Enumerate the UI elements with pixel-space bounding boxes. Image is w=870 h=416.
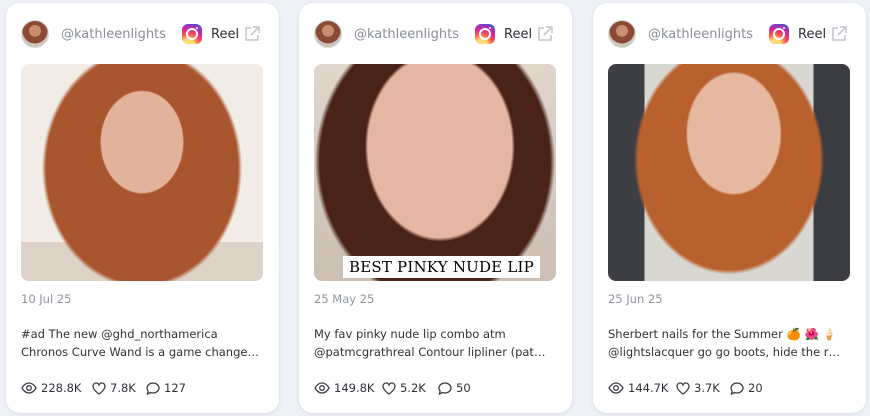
- eye-icon: [21, 382, 37, 394]
- instagram-icon: [769, 24, 789, 44]
- account-handle[interactable]: @kathleenlights: [61, 27, 166, 42]
- caption-line: Chronos Curve Wand is a game change…: [21, 345, 259, 359]
- views-stat: 228.8K: [21, 379, 81, 397]
- likes-stat: 3.7K: [676, 379, 720, 397]
- likes-count: 7.8K: [110, 381, 136, 395]
- post-type-label: Reel: [504, 27, 533, 42]
- comment-icon: [438, 381, 452, 395]
- external-link-icon[interactable]: [243, 25, 261, 43]
- comments-stat: 50: [438, 379, 471, 397]
- post-card[interactable]: @kathleenlights Reel 25 Jun 25 Sherbert …: [593, 3, 866, 413]
- caption-line: #ad The new @ghd_northamerica: [21, 327, 218, 341]
- card-header: @kathleenlights Reel: [21, 20, 264, 50]
- likes-stat: 7.8K: [92, 379, 136, 397]
- views-stat: 149.8K: [314, 379, 374, 397]
- comments-stat: 127: [146, 379, 186, 397]
- caption-line: @patmcgrathreal Contour lipliner (pat…: [314, 345, 546, 359]
- comments-count: 20: [748, 381, 763, 395]
- likes-count: 3.7K: [694, 381, 720, 395]
- caption-line: My fav pinky nude lip combo atm: [314, 327, 506, 341]
- thumbnail-overlay-text: BEST PINKY NUDE LIP: [343, 256, 540, 278]
- external-link-icon[interactable]: [536, 25, 554, 43]
- comments-count: 127: [164, 381, 186, 395]
- account-handle[interactable]: @kathleenlights: [648, 27, 753, 42]
- views-stat: 144.7K: [608, 379, 668, 397]
- comment-icon: [146, 381, 160, 395]
- instagram-icon: [475, 24, 495, 44]
- card-header: @kathleenlights Reel: [608, 20, 851, 50]
- post-thumbnail[interactable]: [608, 64, 850, 281]
- heart-icon: [676, 381, 690, 395]
- likes-count: 5.2K: [400, 381, 426, 395]
- account-handle[interactable]: @kathleenlights: [354, 27, 459, 42]
- post-date: 10 Jul 25: [21, 292, 72, 306]
- post-type-label: Reel: [798, 27, 827, 42]
- avatar[interactable]: [608, 20, 636, 48]
- post-thumbnail[interactable]: BEST PINKY NUDE LIP: [314, 64, 556, 281]
- instagram-icon: [182, 24, 202, 44]
- caption-line: @lightslacquer go go boots, hide the r…: [608, 345, 841, 359]
- eye-icon: [314, 382, 330, 394]
- post-date: 25 May 25: [314, 292, 375, 306]
- heart-icon: [92, 381, 106, 395]
- views-count: 228.8K: [41, 381, 82, 395]
- views-count: 144.7K: [628, 381, 669, 395]
- likes-stat: 5.2K: [382, 379, 426, 397]
- post-type-label: Reel: [211, 27, 240, 42]
- avatar[interactable]: [21, 20, 49, 48]
- eye-icon: [608, 382, 624, 394]
- card-header: @kathleenlights Reel: [314, 20, 557, 50]
- heart-icon: [382, 381, 396, 395]
- comments-stat: 20: [730, 379, 763, 397]
- post-card[interactable]: @kathleenlights Reel 10 Jul 25 #ad The n…: [6, 3, 279, 413]
- avatar[interactable]: [314, 20, 342, 48]
- post-thumbnail[interactable]: [21, 64, 263, 281]
- post-caption: Sherbert nails for the Summer 🍊 🌺 🍦 @lig…: [608, 325, 853, 361]
- views-count: 149.8K: [334, 381, 375, 395]
- post-card[interactable]: @kathleenlights Reel BEST PINKY NUDE LIP…: [299, 3, 572, 413]
- post-date: 25 Jun 25: [608, 292, 663, 306]
- external-link-icon[interactable]: [830, 25, 848, 43]
- comments-count: 50: [456, 381, 471, 395]
- caption-line: Sherbert nails for the Summer 🍊 🌺 🍦: [608, 327, 837, 341]
- post-caption: #ad The new @ghd_northamerica Chronos Cu…: [21, 325, 266, 361]
- comment-icon: [730, 381, 744, 395]
- post-caption: My fav pinky nude lip combo atm @patmcgr…: [314, 325, 559, 361]
